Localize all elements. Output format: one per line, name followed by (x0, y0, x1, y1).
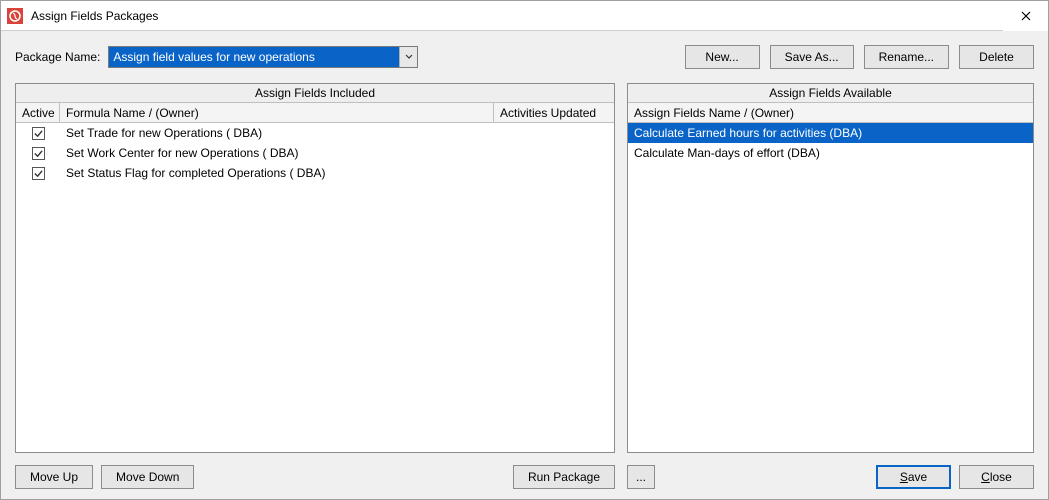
active-cell (16, 127, 60, 140)
window-title: Assign Fields Packages (31, 9, 1003, 23)
package-row: Package Name: Assign field values for ne… (15, 45, 1034, 69)
list-item[interactable]: Calculate Earned hours for activities (D… (628, 123, 1033, 143)
active-checkbox[interactable] (32, 147, 45, 160)
move-down-label: Move Down (116, 470, 179, 484)
close-button[interactable]: Close (959, 465, 1034, 489)
included-panel: Assign Fields Included Active Formula Na… (15, 83, 615, 453)
formula-name-cell: Set Status Flag for completed Operations… (60, 166, 494, 180)
bottom-right-buttons: ... Save Close (615, 465, 1034, 489)
titlebar: Assign Fields Packages (1, 1, 1048, 31)
new-button-label: New... (705, 50, 738, 64)
available-panel: Assign Fields Available Assign Fields Na… (627, 83, 1034, 453)
formula-name-cell: Set Work Center for new Operations ( DBA… (60, 146, 494, 160)
col-header-available-name[interactable]: Assign Fields Name / (Owner) (628, 103, 1033, 122)
active-checkbox[interactable] (32, 167, 45, 180)
package-name-combo[interactable]: Assign field values for new operations (108, 46, 418, 68)
close-icon[interactable] (1003, 1, 1048, 31)
active-checkbox[interactable] (32, 127, 45, 140)
rename-button-label: Rename... (879, 50, 934, 64)
included-panel-title: Assign Fields Included (16, 84, 614, 103)
active-cell (16, 167, 60, 180)
new-button[interactable]: New... (685, 45, 760, 69)
included-grid-body[interactable]: Set Trade for new Operations ( DBA) Set W… (16, 123, 614, 452)
package-name-label: Package Name: (15, 50, 100, 64)
chevron-down-icon[interactable] (399, 47, 417, 67)
table-row[interactable]: Set Trade for new Operations ( DBA) (16, 123, 614, 143)
available-grid-body[interactable]: Calculate Earned hours for activities (D… (628, 123, 1033, 452)
run-package-button[interactable]: Run Package (513, 465, 615, 489)
save-button-label: Save (900, 470, 927, 484)
rename-button[interactable]: Rename... (864, 45, 949, 69)
available-panel-title: Assign Fields Available (628, 84, 1033, 103)
save-as-button[interactable]: Save As... (770, 45, 854, 69)
panels: Assign Fields Included Active Formula Na… (15, 83, 1034, 453)
available-name-cell: Calculate Earned hours for activities (D… (628, 126, 1033, 140)
dialog-window: Assign Fields Packages Package Name: Ass… (0, 0, 1049, 500)
active-cell (16, 147, 60, 160)
table-row[interactable]: Set Work Center for new Operations ( DBA… (16, 143, 614, 163)
formula-name-cell: Set Trade for new Operations ( DBA) (60, 126, 494, 140)
move-up-label: Move Up (30, 470, 78, 484)
ellipsis-label: ... (636, 470, 646, 484)
app-icon (7, 8, 23, 24)
bottom-row: Move Up Move Down Run Package ... Save C… (15, 465, 1034, 489)
list-item[interactable]: Calculate Man-days of effort (DBA) (628, 143, 1033, 163)
table-row[interactable]: Set Status Flag for completed Operations… (16, 163, 614, 183)
available-grid-header: Assign Fields Name / (Owner) (628, 103, 1033, 123)
col-header-active[interactable]: Active (16, 103, 60, 122)
content-area: Package Name: Assign field values for ne… (1, 31, 1048, 499)
delete-button-label: Delete (979, 50, 1014, 64)
save-as-button-label: Save As... (785, 50, 839, 64)
move-down-button[interactable]: Move Down (101, 465, 194, 489)
move-up-button[interactable]: Move Up (15, 465, 93, 489)
col-header-activities[interactable]: Activities Updated (494, 103, 614, 122)
save-button[interactable]: Save (876, 465, 951, 489)
toolbar-buttons: New... Save As... Rename... Delete (685, 45, 1034, 69)
ellipsis-button[interactable]: ... (627, 465, 655, 489)
included-grid-header: Active Formula Name / (Owner) Activities… (16, 103, 614, 123)
run-package-label: Run Package (528, 470, 600, 484)
available-name-cell: Calculate Man-days of effort (DBA) (628, 146, 1033, 160)
delete-button[interactable]: Delete (959, 45, 1034, 69)
package-name-value: Assign field values for new operations (109, 47, 399, 67)
close-button-label: Close (981, 470, 1012, 484)
col-header-formula-name[interactable]: Formula Name / (Owner) (60, 103, 494, 122)
bottom-left-buttons: Move Up Move Down Run Package (15, 465, 615, 489)
